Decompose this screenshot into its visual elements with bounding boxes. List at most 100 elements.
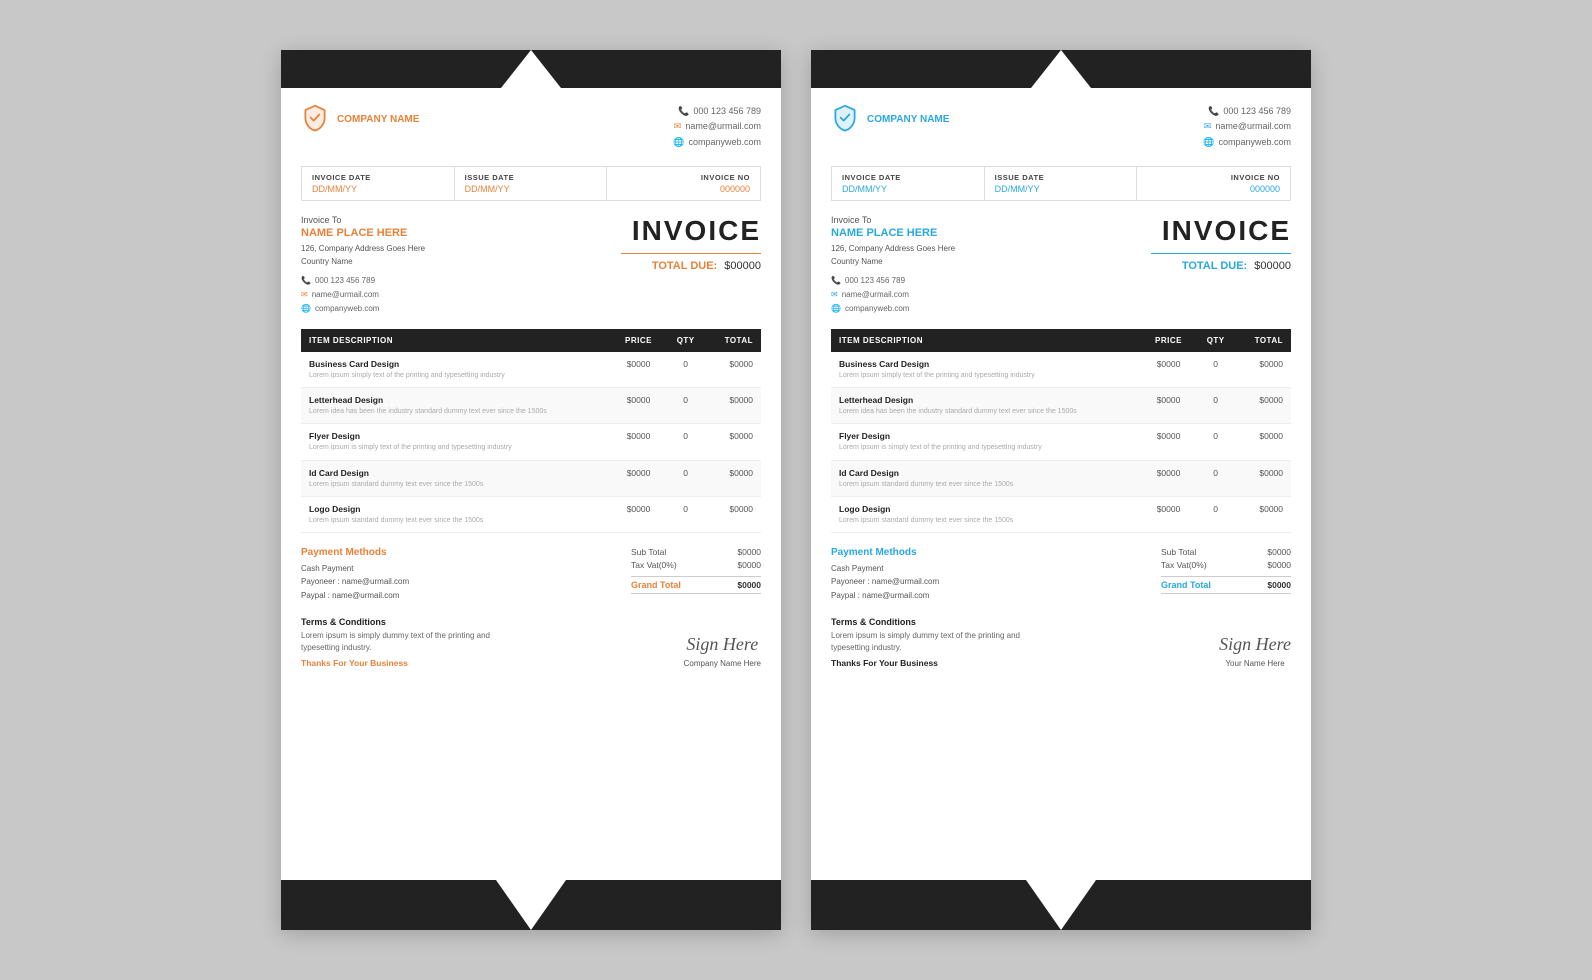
to-web-orange: 🌐 companyweb.com [301, 302, 621, 316]
email-icon-blue: ✉ [1204, 119, 1212, 134]
th-qty-orange: QTY [665, 329, 707, 352]
item-name: Id Card Design [309, 468, 604, 478]
invoice-to-left-orange: Invoice To NAME PLACE HERE 126, Company … [301, 215, 621, 315]
contact-email-blue: name@urmail.com [1215, 119, 1291, 134]
invoice-to-name-orange: NAME PLACE HERE [301, 227, 621, 239]
issue-date-value-blue: DD/MM/YY [995, 184, 1127, 194]
item-price: $0000 [1142, 460, 1195, 496]
terms-title-blue: Terms & Conditions [831, 617, 1031, 627]
item-price: $0000 [1142, 388, 1195, 424]
contact-email-line-orange: ✉ name@urmail.com [673, 119, 761, 134]
payment-method-3-orange: Paypal : name@urmail.com [301, 589, 409, 603]
item-desc: Lorem ipsum simply text of the printing … [839, 371, 1134, 380]
email-icon-orange: ✉ [674, 119, 682, 134]
th-qty-blue: QTY [1195, 329, 1237, 352]
invoice-no-value-orange: 000000 [617, 184, 750, 194]
item-name: Business Card Design [309, 359, 604, 369]
item-name: Letterhead Design [309, 395, 604, 405]
item-desc: Lorem ipsum standard dummy text ever sin… [309, 516, 604, 525]
invoice-to-address-orange: 126, Company Address Goes Here Country N… [301, 243, 621, 269]
terms-text-blue: Lorem ipsum is simply dummy text of the … [831, 630, 1031, 654]
item-desc: Lorem ipsum is simply text of the printi… [309, 443, 604, 452]
issue-date-cell-blue: ISSUE DATE DD/MM/YY [985, 167, 1138, 200]
total-due-orange: TOTAL DUE: $00000 [652, 260, 761, 272]
item-name: Business Card Design [839, 359, 1134, 369]
contact-web-line-orange: 🌐 companyweb.com [673, 135, 761, 150]
item-price: $0000 [612, 352, 665, 388]
company-bold-orange: COMPANY NAME [337, 114, 419, 125]
contact-web-line-blue: 🌐 companyweb.com [1203, 135, 1291, 150]
contact-phone-orange: 000 123 456 789 [693, 104, 761, 119]
web-icon-orange: 🌐 [673, 135, 684, 150]
item-total: $0000 [1236, 424, 1291, 460]
item-qty: 0 [1195, 352, 1237, 388]
footer-bottom-orange [281, 880, 781, 930]
web-icon-blue: 🌐 [1203, 135, 1214, 150]
invoice-to-name-blue: NAME PLACE HERE [831, 227, 1151, 239]
item-total: $0000 [706, 424, 761, 460]
item-qty: 0 [1195, 388, 1237, 424]
issue-date-label-blue: ISSUE DATE [995, 173, 1127, 182]
tri-center-orange [501, 50, 561, 88]
item-qty: 0 [1195, 424, 1237, 460]
table-row: Logo DesignLorem ipsum standard dummy te… [301, 496, 761, 532]
divider-orange [621, 253, 761, 254]
table-row: Letterhead DesignLorem idea has been the… [301, 388, 761, 424]
payment-method-1-orange: Cash Payment [301, 562, 409, 576]
divider-blue [1151, 253, 1291, 254]
invoice-date-label-blue: INVOICE DATE [842, 173, 974, 182]
invoice-no-label-orange: INVOICE NO [617, 173, 750, 182]
item-price: $0000 [612, 496, 665, 532]
invoice-no-label-blue: INVOICE NO [1147, 173, 1280, 182]
item-qty: 0 [1195, 496, 1237, 532]
date-row-blue: INVOICE DATE DD/MM/YY ISSUE DATE DD/MM/Y… [831, 166, 1291, 201]
sign-here-orange: Sign Here [684, 634, 761, 655]
item-desc: Lorem ipsum standard dummy text ever sin… [309, 480, 604, 489]
table-row: Id Card Design Lorem ipsum standard dummy… [301, 460, 761, 496]
subtotal-row-blue: Sub Total $0000 [1161, 547, 1291, 557]
item-desc: Lorem ipsum simply text of the printing … [309, 371, 604, 380]
contact-email-line-blue: ✉ name@urmail.com [1203, 119, 1291, 134]
payment-section-orange: Payment Methods Cash Payment Payoneer : … [301, 547, 761, 603]
item-name: Flyer Design [309, 431, 604, 441]
terms-left-blue: Terms & Conditions Lorem ipsum is simply… [831, 617, 1031, 668]
company-contact-blue: 📞 000 123 456 789 ✉ name@urmail.com 🌐 co… [1203, 104, 1291, 150]
invoice-no-cell-orange: INVOICE NO 000000 [607, 167, 760, 200]
shield-icon-orange [301, 104, 329, 132]
th-total-orange: TOTAL [706, 329, 761, 352]
item-desc: Lorem ipsum standard dummy text ever sin… [839, 516, 1134, 525]
invoice-to-left-blue: Invoice To NAME PLACE HERE 126, Company … [831, 215, 1151, 315]
invoice-table-blue: ITEM DESCRIPTION PRICE QTY TOTAL Busines… [831, 329, 1291, 532]
sign-area-blue: Sign Here Your Name Here [1219, 634, 1291, 668]
header-top-blue [811, 50, 1311, 88]
item-desc: Lorem idea has been the industry standar… [839, 407, 1134, 416]
to-phone-orange: 📞 000 123 456 789 [301, 274, 621, 288]
to-email-blue: ✉ name@urmail.com [831, 288, 1151, 302]
contact-web-blue: companyweb.com [1218, 135, 1291, 150]
payment-method-1-blue: Cash Payment [831, 562, 939, 576]
invoice-date-cell-orange: INVOICE DATE DD/MM/YY [302, 167, 455, 200]
payment-left-orange: Payment Methods Cash Payment Payoneer : … [301, 547, 409, 603]
item-price: $0000 [1142, 424, 1195, 460]
total-due-blue: TOTAL DUE: $00000 [1182, 260, 1291, 272]
payment-method-2-blue: Payoneer : name@urmail.com [831, 575, 939, 589]
invoice-date-cell-blue: INVOICE DATE DD/MM/YY [832, 167, 985, 200]
invoice-to-label-orange: Invoice To [301, 215, 621, 225]
table-row: Flyer DesignLorem ipsum is simply text o… [831, 424, 1291, 460]
item-total: $0000 [706, 460, 761, 496]
item-total: $0000 [706, 388, 761, 424]
item-desc: Lorem ipsum standard dummy text ever sin… [839, 480, 1134, 489]
page-wrapper: COMPANY NAME 📞 000 123 456 789 ✉ name@ur… [20, 20, 1572, 960]
header-top-orange [281, 50, 781, 88]
terms-section-blue: Terms & Conditions Lorem ipsum is simply… [831, 617, 1291, 668]
invoice-right-orange: INVOICE TOTAL DUE: $00000 [621, 215, 761, 315]
item-price: $0000 [612, 388, 665, 424]
th-desc-orange: ITEM DESCRIPTION [301, 329, 612, 352]
table-row: Logo DesignLorem ipsum standard dummy te… [831, 496, 1291, 532]
th-total-blue: TOTAL [1236, 329, 1291, 352]
table-row: Id Card DesignLorem ipsum standard dummy… [831, 460, 1291, 496]
invoice-content-orange: COMPANY NAME 📞 000 123 456 789 ✉ name@ur… [281, 88, 781, 880]
terms-text-orange: Lorem ipsum is simply dummy text of the … [301, 630, 501, 654]
to-phone-blue: 📞 000 123 456 789 [831, 274, 1151, 288]
footer-tri-center-b [1026, 880, 1096, 930]
